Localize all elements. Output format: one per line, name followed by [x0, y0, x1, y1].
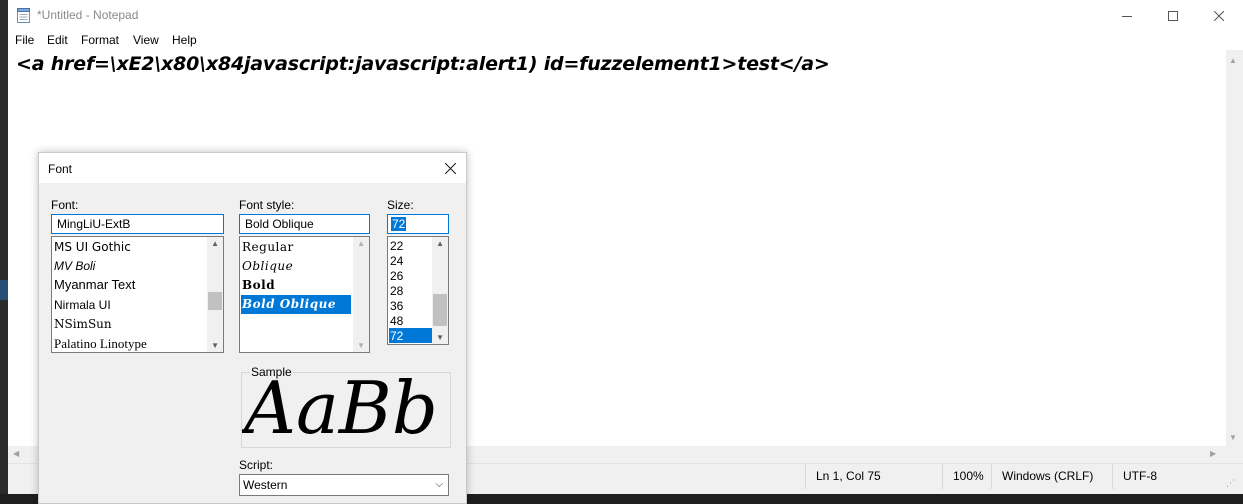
sample-clip: AaBb [242, 373, 450, 447]
title-bar[interactable]: *Untitled - Notepad [8, 0, 1243, 31]
size-list-item[interactable]: 36 [390, 299, 403, 313]
notepad-icon [17, 8, 30, 23]
status-encoding: UTF-8 [1112, 464, 1213, 490]
size-input-value[interactable]: 72 [391, 217, 407, 231]
size-list-item-selected[interactable]: 72 [390, 329, 404, 343]
size-list-scrollbar[interactable]: ▲ ▼ [432, 237, 448, 344]
font-style-list[interactable]: Regular Oblique Bold Bold Oblique ▲ ▼ [239, 236, 370, 353]
scroll-down-icon[interactable]: ▼ [211, 341, 219, 350]
menu-view[interactable]: View [133, 33, 159, 47]
close-icon [1214, 10, 1224, 21]
dialog-title: Font [48, 162, 73, 176]
font-style-list-item[interactable]: Oblique [242, 259, 293, 273]
dialog-close-button[interactable] [439, 157, 461, 179]
font-style-list-item[interactable]: Regular [242, 240, 294, 254]
font-list-item[interactable]: NSimSun [54, 317, 112, 331]
font-list-item[interactable]: MV Boli [54, 259, 95, 273]
size-list[interactable]: 22 24 26 28 36 48 72 ▲ ▼ [387, 236, 449, 345]
scroll-up-icon[interactable]: ▲ [357, 239, 365, 248]
scroll-up-icon[interactable]: ▲ [1229, 56, 1237, 65]
size-list-item[interactable]: 26 [390, 269, 403, 283]
chevron-down-icon: ⌵ [435, 479, 443, 490]
font-list-item[interactable]: Myanmar Text [54, 277, 135, 292]
font-list-item[interactable]: MS UI Gothic [54, 240, 131, 254]
dialog-title-bar[interactable]: Font [39, 153, 466, 183]
font-dialog: Font Font: MingLiU-ExtB MS UI Gothic MV … [38, 152, 467, 504]
scroll-down-icon[interactable]: ▼ [436, 333, 444, 342]
font-list-item[interactable]: Nirmala UI [54, 298, 111, 312]
background-window-strip [0, 0, 8, 494]
font-style-input[interactable]: Bold Oblique [239, 214, 370, 234]
resize-grip-icon[interactable]: ⋰ [1226, 478, 1235, 489]
minimize-button[interactable] [1104, 0, 1150, 31]
script-select[interactable]: Western ⌵ [239, 474, 449, 496]
sample-preview: Sample AaBb [241, 365, 451, 448]
script-select-value: Western [243, 478, 288, 492]
menu-format[interactable]: Format [81, 33, 119, 47]
size-list-item[interactable]: 24 [390, 254, 403, 268]
size-list-item[interactable]: 28 [390, 284, 403, 298]
background-window-accent [0, 280, 8, 300]
maximize-icon [1168, 10, 1178, 21]
font-style-list-scrollbar[interactable]: ▲ ▼ [353, 237, 369, 352]
editor-content[interactable]: <a href=\xE2\x80\x84javascript:javascrip… [16, 53, 830, 75]
font-list-scrollbar[interactable]: ▲ ▼ [207, 237, 223, 352]
font-list-item[interactable]: Palatino Linotype [54, 336, 147, 352]
window-title: *Untitled - Notepad [37, 8, 139, 22]
status-zoom: 100% [942, 464, 991, 490]
font-style-list-item[interactable]: Bold [242, 278, 275, 292]
scroll-down-icon[interactable]: ▼ [357, 341, 365, 350]
font-style-label: Font style: [239, 198, 295, 212]
scroll-up-icon[interactable]: ▲ [211, 239, 219, 248]
size-list-item[interactable]: 22 [390, 239, 403, 253]
minimize-icon [1122, 15, 1132, 17]
sample-text: AaBb [244, 373, 438, 447]
scroll-down-icon[interactable]: ▼ [1229, 433, 1237, 442]
size-list-scroll-thumb[interactable] [433, 294, 447, 326]
scroll-up-icon[interactable]: ▲ [436, 239, 444, 248]
close-button[interactable] [1196, 0, 1242, 31]
size-label: Size: [387, 198, 414, 212]
font-label: Font: [51, 198, 79, 212]
scrollbar-corner [1226, 446, 1243, 463]
close-icon [444, 162, 456, 174]
scroll-right-icon[interactable]: ▶ [1210, 449, 1216, 458]
font-style-list-item-selected[interactable]: Bold Oblique [242, 297, 336, 311]
size-input[interactable]: 72 [387, 214, 449, 234]
vertical-scrollbar[interactable] [1226, 50, 1243, 446]
menu-help[interactable]: Help [172, 33, 197, 47]
font-list-scroll-thumb[interactable] [208, 292, 222, 310]
menu-edit[interactable]: Edit [47, 33, 68, 47]
script-label: Script: [239, 458, 274, 472]
font-list[interactable]: MS UI Gothic MV Boli Myanmar Text Nirmal… [51, 236, 224, 353]
menu-file[interactable]: File [15, 33, 34, 47]
status-position: Ln 1, Col 75 [805, 464, 942, 490]
status-line-ending: Windows (CRLF) [991, 464, 1102, 490]
menu-bar: File Edit Format View Help [8, 31, 1243, 50]
size-list-item[interactable]: 48 [390, 314, 403, 328]
font-name-input[interactable]: MingLiU-ExtB [51, 214, 224, 234]
maximize-button[interactable] [1150, 0, 1196, 31]
scroll-left-icon[interactable]: ◀ [13, 449, 19, 458]
